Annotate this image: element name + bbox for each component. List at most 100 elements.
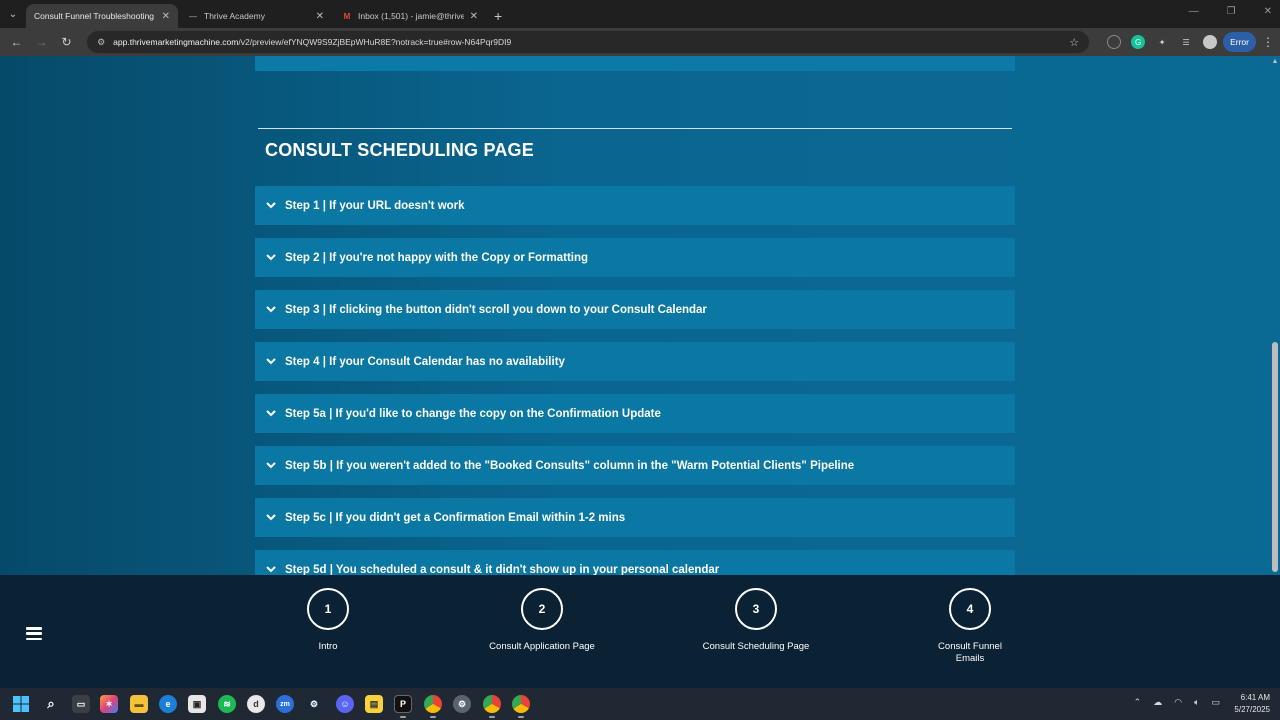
edge-icon[interactable]: e — [159, 695, 177, 713]
extension-icon[interactable] — [1107, 35, 1122, 49]
back-icon[interactable]: ← — [6, 31, 27, 53]
chevron-down-icon — [265, 252, 277, 264]
accordion-step-1[interactable]: Step 1 | If your URL doesn't work — [255, 186, 1015, 225]
tab-gmail-inbox[interactable]: M Inbox (1,501) - jamie@thrive-a ✕ — [334, 4, 486, 28]
running-indicator — [518, 716, 524, 718]
page-scrollbar[interactable]: ▲ ▼ — [1270, 56, 1280, 575]
volume-icon[interactable]: 🔈︎ — [1194, 697, 1199, 708]
clock-date: 5/27/2025 — [1234, 705, 1270, 714]
tab-consult-funnel[interactable]: Consult Funnel Troubleshooting ✕ — [26, 4, 178, 28]
chevron-down-icon — [265, 512, 277, 524]
reading-list-icon[interactable]: ☰ — [1179, 35, 1193, 49]
close-icon[interactable]: ✕ — [162, 11, 170, 22]
thrive-favicon-icon: — — [189, 11, 197, 21]
chevron-up-icon[interactable]: ⌃ — [1134, 697, 1142, 708]
step-nav-label[interactable]: Intro — [258, 641, 398, 653]
gmail-icon: M — [343, 11, 351, 21]
minimize-icon[interactable]: — — [1189, 6, 1199, 17]
section-divider — [258, 128, 1012, 129]
taskbar-clock[interactable]: 6:41 AM 5/27/2025 — [1234, 692, 1270, 716]
close-window-icon[interactable]: ✕ — [1264, 6, 1272, 17]
bookmark-star-icon[interactable]: ☆ — [1069, 36, 1079, 49]
step-number-circle[interactable]: 2 — [521, 588, 563, 630]
app-d-icon[interactable]: d — [247, 695, 265, 713]
accordion-step-5b[interactable]: Step 5b | If you weren't added to the "B… — [255, 446, 1015, 485]
previous-step-accordion-cut[interactable] — [255, 56, 1015, 71]
step-nav-label[interactable]: Consult Funnel Emails — [932, 641, 1008, 665]
tab-title: Consult Funnel Troubleshooting — [34, 11, 155, 21]
accordion-step-5a[interactable]: Step 5a | If you'd like to change the co… — [255, 394, 1015, 433]
forward-icon[interactable]: → — [31, 31, 52, 53]
accordion-label: Step 3 | If clicking the button didn't s… — [285, 303, 707, 316]
task-view-icon[interactable]: ▭ — [72, 695, 90, 713]
scroll-down-icon[interactable]: ▼ — [1271, 566, 1279, 573]
spotify-icon[interactable]: ≋ — [218, 695, 236, 713]
accordion-step-3[interactable]: Step 3 | If clicking the button didn't s… — [255, 290, 1015, 329]
file-explorer-icon[interactable]: ▬ — [130, 695, 148, 713]
step-nav-consult-scheduling[interactable]: 3 Consult Scheduling Page — [686, 588, 826, 653]
chrome-profile-icon[interactable] — [512, 695, 530, 713]
tab-title: Thrive Academy — [204, 11, 265, 21]
search-icon[interactable]: ⌕ — [42, 695, 60, 713]
step-navigator: 1 Intro 2 Consult Application Page 3 Con… — [0, 575, 1280, 688]
step-nav-consult-emails[interactable]: 4 Consult Funnel Emails — [900, 588, 1040, 665]
running-indicator — [430, 716, 436, 718]
profile-avatar[interactable] — [1203, 35, 1218, 49]
scrollbar-thumb[interactable] — [1272, 342, 1278, 572]
discord-icon[interactable]: ☺ — [336, 695, 354, 713]
accordion-label: Step 5d | You scheduled a consult & it d… — [285, 563, 720, 576]
sticky-notes-icon[interactable]: ▤ — [365, 695, 383, 713]
accordion-label: Step 5a | If you'd like to change the co… — [285, 407, 661, 420]
battery-icon[interactable]: ▭ — [1211, 697, 1220, 708]
step-number-circle[interactable]: 3 — [735, 588, 777, 630]
more-menu-icon[interactable]: ⋮ — [1262, 35, 1274, 49]
reload-icon[interactable]: ↻ — [56, 31, 77, 53]
chrome-profile-icon[interactable] — [483, 695, 501, 713]
accordion-label: Step 5c | If you didn't get a Confirmati… — [285, 511, 626, 524]
onedrive-icon[interactable]: ☁ — [1153, 697, 1162, 708]
windows-start-icon[interactable] — [12, 695, 30, 713]
zoom-icon[interactable]: zm — [276, 695, 294, 713]
hamburger-menu-icon[interactable] — [26, 627, 42, 640]
step-nav-consult-application[interactable]: 2 Consult Application Page — [472, 588, 612, 653]
accordion-step-2[interactable]: Step 2 | If you're not happy with the Co… — [255, 238, 1015, 277]
new-tab-icon[interactable]: + — [494, 8, 502, 24]
chrome-icon[interactable] — [424, 695, 442, 713]
step-number-circle[interactable]: 4 — [949, 588, 991, 630]
accordion-step-5c[interactable]: Step 5c | If you didn't get a Confirmati… — [255, 498, 1015, 537]
step-nav-label[interactable]: Consult Scheduling Page — [686, 641, 826, 653]
site-info-icon[interactable]: ⚙ — [97, 37, 105, 48]
browser-tab-bar: ⌄ Consult Funnel Troubleshooting ✕ — Thr… — [0, 0, 1280, 28]
tab-thrive-academy[interactable]: — Thrive Academy ✕ — [180, 4, 332, 28]
error-button[interactable]: Error — [1223, 32, 1256, 52]
settings-icon[interactable]: ⚙ — [453, 695, 471, 713]
accordion-step-5d[interactable]: Step 5d | You scheduled a consult & it d… — [255, 550, 1015, 575]
running-indicator — [489, 716, 495, 718]
extension-grammarly-icon[interactable]: G — [1131, 35, 1146, 49]
window-controls: — ❐ ✕ — [1189, 6, 1272, 17]
system-tray: ⌃ ☁ ◠ 🔈︎ ▭ — [1134, 697, 1220, 708]
tab-title: Inbox (1,501) - jamie@thrive-a — [358, 11, 464, 21]
wifi-icon[interactable]: ◠ — [1174, 697, 1182, 708]
extensions-puzzle-icon[interactable]: ✦ — [1155, 35, 1169, 49]
accordion-step-4[interactable]: Step 4 | If your Consult Calendar has no… — [255, 342, 1015, 381]
restore-icon[interactable]: ❐ — [1227, 6, 1236, 17]
close-icon[interactable]: ✕ — [470, 11, 478, 22]
terminal-app-icon[interactable]: P — [394, 695, 412, 713]
scroll-up-icon[interactable]: ▲ — [1271, 58, 1279, 65]
chevron-down-icon — [265, 408, 277, 420]
close-icon[interactable]: ✕ — [316, 11, 324, 22]
step-nav-label[interactable]: Consult Application Page — [472, 641, 612, 653]
step-number-circle[interactable]: 1 — [307, 588, 349, 630]
address-bar[interactable]: ⚙ app.thrivemarketingmachine.com/v2/prev… — [87, 31, 1090, 53]
section-title: CONSULT SCHEDULING PAGE — [265, 140, 534, 160]
tab-search-icon[interactable]: ⌄ — [0, 0, 26, 28]
step-nav-intro[interactable]: 1 Intro — [258, 588, 398, 653]
copilot-icon[interactable]: ✶ — [100, 695, 118, 713]
url-text[interactable]: app.thrivemarketingmachine.com/v2/previe… — [113, 37, 1069, 47]
clock-time: 6:41 AM — [1240, 693, 1270, 702]
store-icon[interactable]: ▣ — [188, 695, 206, 713]
chevron-down-icon — [265, 304, 277, 316]
accordion-label: Step 4 | If your Consult Calendar has no… — [285, 355, 565, 368]
steam-icon[interactable]: ⚙ — [305, 695, 323, 713]
